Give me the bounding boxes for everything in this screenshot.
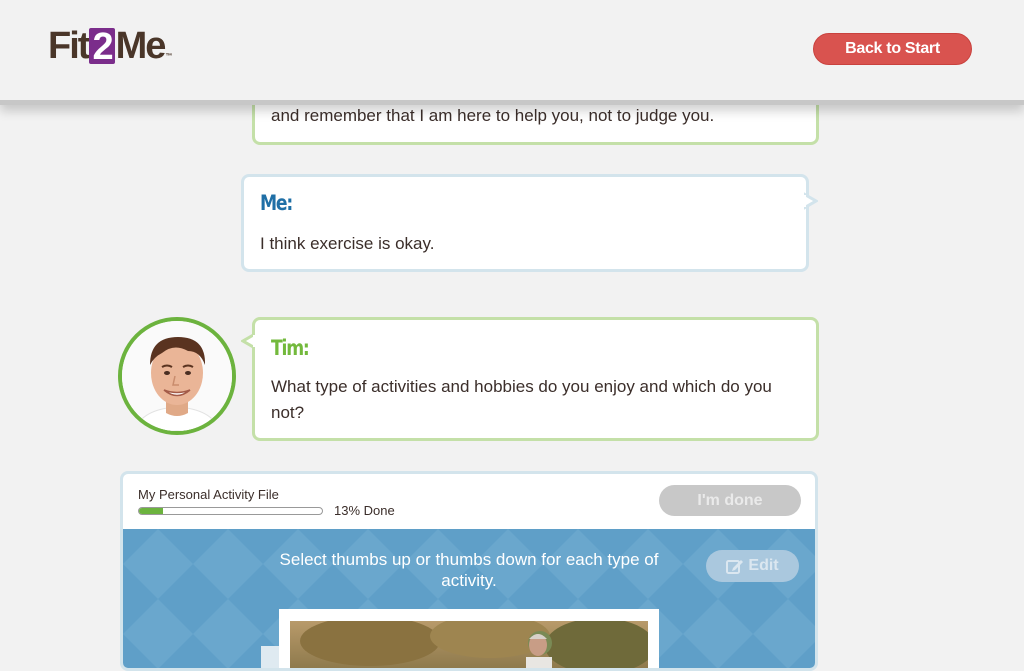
- logo-trademark: ™: [165, 53, 173, 60]
- activity-photo: [290, 621, 648, 668]
- logo-text-me: Me: [115, 24, 167, 67]
- tim-message-text: What type of activities and hobbies do y…: [271, 377, 772, 422]
- me-speaker-label: Me:: [260, 191, 293, 215]
- edit-button-label: Edit: [748, 557, 779, 574]
- outdoor-activity-image: [290, 621, 648, 668]
- activity-card-edge: [261, 646, 281, 668]
- me-message-bubble: Me: I think exercise is okay.: [241, 174, 809, 272]
- activity-file-panel: My Personal Activity File 13% Done I'm d…: [120, 471, 818, 671]
- back-to-start-button[interactable]: Back to Start: [813, 33, 972, 65]
- activity-instruction: Select thumbs up or thumbs down for each…: [279, 550, 659, 590]
- fit2me-logo: Fit 2 Me ™: [48, 24, 172, 68]
- tim-bubble-tail: [241, 332, 255, 350]
- app-header: Fit 2 Me ™ Back to Start: [0, 0, 1024, 105]
- tim-avatar: [118, 317, 236, 435]
- activity-selection-area: Select thumbs up or thumbs down for each…: [123, 529, 815, 668]
- me-bubble-tail: [804, 192, 818, 210]
- tim-speaker-label: Tim:: [271, 336, 310, 360]
- activity-card[interactable]: [279, 609, 659, 668]
- tim-message-bubble: Tim: What type of activities and hobbies…: [252, 317, 819, 441]
- logo-text-2: 2: [89, 28, 115, 66]
- progress-label: 13% Done: [334, 503, 395, 518]
- edit-button[interactable]: Edit: [706, 550, 799, 582]
- tim-face-icon: [122, 321, 232, 431]
- logo-text-fit: Fit: [48, 24, 90, 67]
- tim-message-text: and remember that I am here to help you,…: [271, 106, 715, 125]
- activity-file-title: My Personal Activity File: [138, 487, 279, 502]
- im-done-button[interactable]: I'm done: [659, 485, 801, 516]
- me-message-text: I think exercise is okay.: [260, 234, 435, 253]
- progress-bar-fill: [139, 508, 163, 514]
- progress-bar: [138, 507, 323, 515]
- pencil-square-icon: [726, 560, 744, 574]
